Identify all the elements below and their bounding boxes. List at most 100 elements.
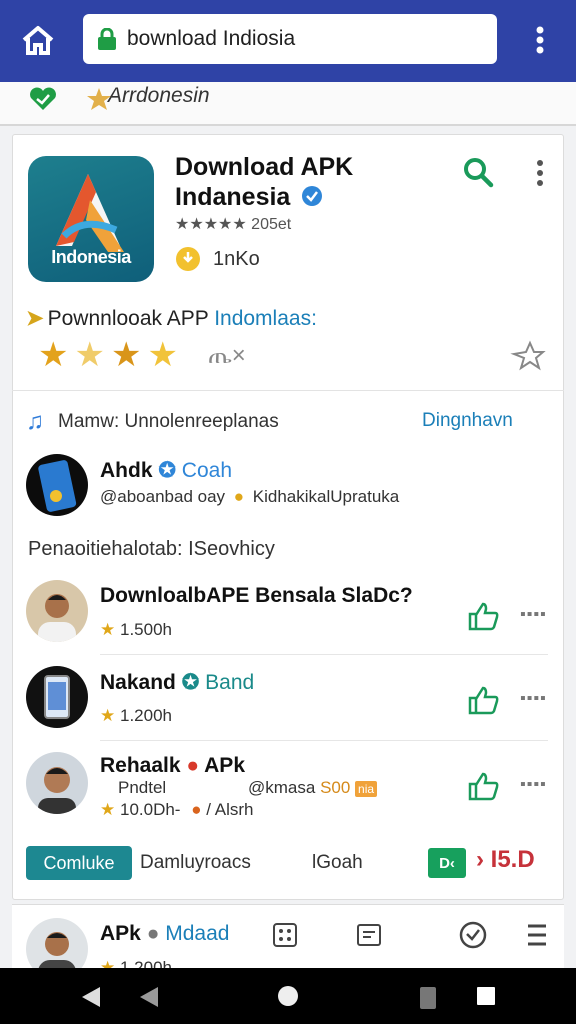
menu-icon[interactable] [526,922,548,948]
row-divider [100,654,548,655]
promo-arrow-icon: ➤ [26,307,44,330]
section-title: Mamw: Unnolenreeplanas [58,411,279,432]
row-divider [100,740,548,741]
badge-icon: ✪ [181,671,200,694]
more-dots-icon[interactable]: ▪▪▪▪ [520,690,547,708]
verified-badge-icon [302,186,323,206]
gear-icon: ✪ [158,459,176,482]
item-tag: APk [204,754,245,777]
sub-section-label: Penaoitiehalotab: ISeovhicy [28,538,275,560]
overflow-menu-icon[interactable] [528,22,552,58]
document-icon[interactable] [356,922,382,948]
star-3[interactable]: ★ [111,336,141,374]
star-2[interactable]: ★ [74,336,104,374]
home-circle-icon[interactable] [276,984,300,1008]
promo-text: Pownnlooak APP [47,307,209,330]
tab-strip: Arrdonesin [0,82,576,126]
footer-red-label[interactable]: › I5.D [476,846,535,874]
promo-line: ➤ Pownnlooak APP Indomlaas: [26,306,317,331]
system-nav-bar [0,968,576,1024]
divider [12,390,564,391]
more-dots-icon[interactable]: ▪▪▪▪ [520,606,547,624]
panda-icon: ● [146,922,160,945]
tab-label[interactable]: Arrdonesin [108,84,210,108]
rating-stars[interactable]: ★ ★ ★ ★ [38,336,184,374]
featured-title[interactable]: Ahdk ✪ Coah [100,458,232,483]
star-1[interactable]: ★ [38,336,68,374]
item-extra: / Alsrh [206,800,254,819]
list-item-title[interactable]: APk ● Mdaad [100,922,229,946]
person-icon [38,767,76,814]
more-icon[interactable] [532,158,548,188]
item-tag: Band [205,671,255,694]
phone-icon [44,675,70,719]
favorite-star-icon[interactable] [510,340,546,372]
section-header: ♫ Mamw: Unnolenreeplanas [26,408,279,436]
thumbs-up-icon[interactable] [466,770,502,802]
coin-icon [176,247,200,271]
heart-icon[interactable] [28,86,58,112]
featured-meta-left: @aboanbad oay [100,487,226,506]
emoji-icon: ● [233,487,245,506]
item-sub-number: S00 [320,778,351,797]
rating-value: 1.500h [119,620,172,639]
featured-title-text: Ahdk [100,459,153,482]
list-item-rating: ★ 10.0Dh- ● / Alsrh [100,800,253,820]
back-alt-icon[interactable] [138,986,160,1008]
featured-tag: Coah [181,459,232,482]
section-link[interactable]: Dingnhavn [422,410,513,432]
search-icon[interactable] [462,156,494,188]
app-logo[interactable]: Indonesia [28,156,154,282]
rating-value: 10.0Dh- [119,800,181,819]
footer-action-button[interactable]: D‹ [428,848,466,878]
item-sub-left: Pndtel [118,778,167,797]
item-title-text: APk [100,922,141,945]
browser-toolbar: bownload Indiosia [0,0,576,82]
clock-icon[interactable] [458,920,488,950]
url-text: bownload Indiosia [127,27,296,50]
star-icon: ★ [100,620,116,639]
star-4[interactable]: ★ [147,336,177,374]
home-icon[interactable] [18,22,58,58]
star-icon: ★ [100,800,116,819]
avatar[interactable] [26,454,88,516]
star-icon: ★ [100,706,116,725]
item-sub-right: @kmasa S00 nia [248,778,378,798]
promo-highlight[interactable]: Indomlaas: [214,307,317,330]
grid-icon[interactable] [272,922,298,948]
status-badge: nia [355,781,378,797]
avatar[interactable] [26,580,88,642]
person-icon [38,594,76,642]
phone-icon [38,460,77,512]
fire-icon: ● [191,800,202,819]
app-title-text: Download APK Indanesia [175,153,354,211]
coins-row: 1nKo [175,246,260,272]
back-icon[interactable] [80,986,102,1008]
footer-link[interactable]: lGoah [312,852,363,874]
app-rating: ★★★★★ 205et [175,216,292,233]
item-tag: Mdaad [165,922,230,945]
app-title: Download APK Indanesia [175,152,435,212]
item-title-text: Nakand [100,671,176,694]
address-bar[interactable]: bownload Indiosia [83,14,497,64]
recents-icon[interactable] [418,986,438,1010]
complete-button[interactable]: Comluke [26,846,132,880]
footer-link[interactable]: Damluyroacs [140,852,251,874]
square-icon[interactable] [476,986,496,1006]
avatar[interactable] [26,752,88,814]
list-item-title[interactable]: Rehaalk ● APk [100,754,245,778]
list-item-title[interactable]: Nakand ✪ Band [100,670,254,695]
thumbs-icon[interactable]: ጤ× [208,342,246,370]
more-dots-icon[interactable]: ▪▪▪▪ [520,776,547,794]
list-item-rating: ★ 1.500h [100,620,172,640]
thumbs-up-icon[interactable] [466,684,502,716]
logo-text: Indonesia [51,247,131,267]
heart-badge-icon: ● [186,754,200,777]
coins-value: 1nKo [213,247,260,270]
featured-meta: @aboanbad oay ● KidhakikalUpratuka [100,487,399,507]
list-item-rating: ★ 1.200h [100,706,172,726]
avatar[interactable] [26,666,88,728]
list-item-title[interactable]: DownloalbAPE Bensala SlaDc? [100,584,413,608]
lock-icon [98,28,116,50]
thumbs-up-icon[interactable] [466,600,502,632]
